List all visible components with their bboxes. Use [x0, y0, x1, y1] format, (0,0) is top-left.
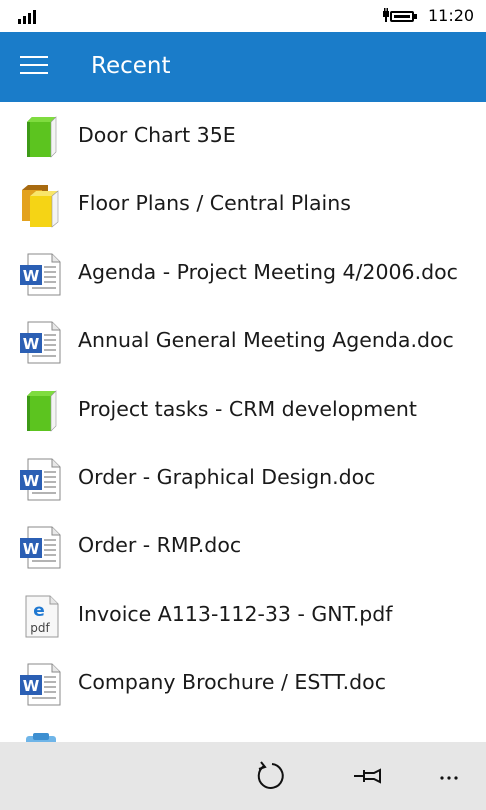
app-bar: Recent	[0, 32, 486, 102]
list-item-label: Project tasks - CRM development	[78, 396, 417, 421]
green-book-icon	[18, 388, 64, 434]
signal-icon	[18, 8, 40, 24]
battery-charging-icon	[382, 8, 417, 24]
clipboard-icon	[18, 730, 64, 742]
svg-text:W: W	[23, 472, 40, 490]
list-item-label: Floor Plans / Central Plains	[78, 191, 351, 216]
list-item-label: Door Chart 35E	[78, 123, 236, 147]
list-item[interactable]: W Agenda - Project Meeting 4/2006.doc	[0, 239, 486, 307]
svg-text:W: W	[23, 335, 40, 353]
list-item[interactable]: W Annual General Meeting Agenda.doc	[0, 307, 486, 375]
list-item[interactable]	[0, 718, 486, 742]
svg-text:pdf: pdf	[30, 621, 50, 635]
word-doc-icon: W	[18, 524, 64, 570]
list-item-label: Order - Graphical Design.doc	[78, 464, 376, 489]
svg-text:W: W	[23, 540, 40, 558]
list-item-label: Company Brochure / ESTT.doc	[78, 670, 386, 695]
list-item[interactable]: e pdf Invoice A113-112-33 - GNT.pdf	[0, 581, 486, 649]
list-item-label: Order - RMP.doc	[78, 533, 242, 558]
list-item-label: Invoice A113-112-33 - GNT.pdf	[78, 601, 393, 626]
more-icon[interactable]	[428, 756, 468, 796]
page-title: Recent	[91, 53, 171, 79]
svg-text:W: W	[23, 267, 40, 285]
word-doc-icon: W	[18, 251, 64, 297]
green-book-icon	[18, 114, 64, 160]
list-item[interactable]: W Order - RMP.doc	[0, 512, 486, 580]
word-doc-icon: W	[18, 456, 64, 502]
recent-list: Door Chart 35E Floor Plans / Central Plai…	[0, 102, 486, 742]
svg-text:e: e	[33, 601, 45, 621]
svg-text:W: W	[23, 677, 40, 695]
refresh-icon[interactable]	[252, 756, 292, 796]
pdf-icon: e pdf	[18, 593, 64, 639]
bottom-app-bar	[0, 742, 486, 810]
word-doc-icon: W	[18, 319, 64, 365]
list-item[interactable]: Floor Plans / Central Plains	[0, 170, 486, 238]
status-bar: 11:20	[0, 0, 486, 32]
hamburger-menu-icon[interactable]	[20, 56, 48, 78]
list-item-label: Annual General Meeting Agenda.doc	[78, 328, 454, 353]
status-time: 11:20	[428, 6, 475, 25]
word-doc-icon: W	[18, 661, 64, 707]
pin-icon[interactable]	[350, 756, 390, 796]
list-item[interactable]: W Order - Graphical Design.doc	[0, 444, 486, 512]
list-item[interactable]: Door Chart 35E	[0, 102, 486, 170]
yellow-books-icon	[18, 182, 64, 229]
list-item[interactable]: Project tasks - CRM development	[0, 376, 486, 444]
list-item[interactable]: W Company Brochure / ESTT.doc	[0, 649, 486, 717]
list-item-label: Agenda - Project Meeting 4/2006.doc	[78, 259, 458, 284]
